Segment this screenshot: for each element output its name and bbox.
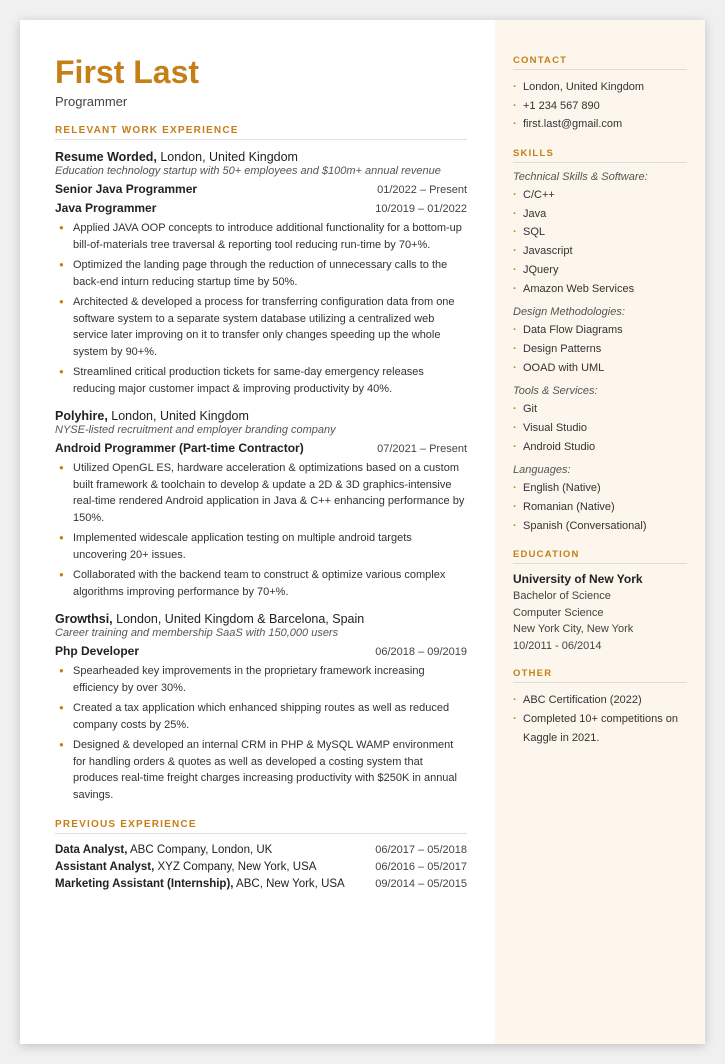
skills-tools-list: Git Visual Studio Android Studio <box>513 400 687 456</box>
employer-1-job-1-row: Senior Java Programmer 01/2022 – Present <box>55 182 467 196</box>
bullet-item: Applied JAVA OOP concepts to introduce a… <box>59 220 467 253</box>
skill-item: Romanian (Native) <box>513 498 687 517</box>
skills-tools-subtitle: Tools & Services: <box>513 385 687 397</box>
employer-3-location: London, United Kingdom & Barcelona, Spai… <box>116 612 364 626</box>
skill-item: SQL <box>513 223 687 242</box>
work-experience-section-title: Relevant Work Experience <box>55 125 467 140</box>
prev-exp-1-text: Data Analyst, ABC Company, London, UK <box>55 844 375 856</box>
other-item: Completed 10+ competitions on Kaggle in … <box>513 710 687 747</box>
bullet-item: Architected & developed a process for tr… <box>59 294 467 360</box>
prev-exp-3-dates: 09/2014 – 05/2015 <box>375 878 467 890</box>
contact-section-title: Contact <box>513 55 687 70</box>
employer-2-name: Polyhire, London, United Kingdom <box>55 409 467 423</box>
employer-1-job-2-dates: 10/2019 – 01/2022 <box>375 203 467 215</box>
prev-exp-2-dates: 06/2016 – 05/2017 <box>375 861 467 873</box>
other-item: ABC Certification (2022) <box>513 691 687 710</box>
skills-design-subtitle: Design Methodologies: <box>513 306 687 318</box>
contact-item-phone: +1 234 567 890 <box>513 97 687 116</box>
employer-1-job-2-row: Java Programmer 10/2019 – 01/2022 <box>55 201 467 215</box>
employer-1-job-1-dates: 01/2022 – Present <box>377 184 467 196</box>
bullet-item: Streamlined critical production tickets … <box>59 364 467 397</box>
bullet-item: Collaborated with the backend team to co… <box>59 567 467 600</box>
skill-item: English (Native) <box>513 479 687 498</box>
contact-list: London, United Kingdom +1 234 567 890 fi… <box>513 78 687 134</box>
resume-document: First Last Programmer Relevant Work Expe… <box>20 20 705 1044</box>
skill-item: Visual Studio <box>513 419 687 438</box>
employer-1-name: Resume Worded, London, United Kingdom <box>55 150 467 164</box>
employer-2: Polyhire, London, United Kingdom NYSE-li… <box>55 409 467 600</box>
employer-1-bullets: Applied JAVA OOP concepts to introduce a… <box>59 220 467 397</box>
skill-item: Android Studio <box>513 438 687 457</box>
skill-item: Amazon Web Services <box>513 280 687 299</box>
employer-2-bullets: Utilized OpenGL ES, hardware acceleratio… <box>59 460 467 600</box>
bullet-item: Spearheaded key improvements in the prop… <box>59 663 467 696</box>
skill-item: Git <box>513 400 687 419</box>
employer-3-name-bold: Growthsi, <box>55 612 113 626</box>
employer-1-location: London, United Kingdom <box>160 150 298 164</box>
employer-1-desc: Education technology startup with 50+ em… <box>55 165 467 177</box>
skill-item: JQuery <box>513 261 687 280</box>
skills-technical-list: C/C++ Java SQL Javascript JQuery Amazon … <box>513 186 687 298</box>
skills-section-title: Skills <box>513 148 687 163</box>
employer-2-job-1-row: Android Programmer (Part-time Contractor… <box>55 441 467 455</box>
other-section-title: Other <box>513 668 687 683</box>
bullet-item: Created a tax application which enhanced… <box>59 700 467 733</box>
employer-1-job-2-title: Java Programmer <box>55 201 156 215</box>
applicant-name: First Last <box>55 55 467 90</box>
prev-exp-3-text: Marketing Assistant (Internship), ABC, N… <box>55 878 375 890</box>
employer-2-desc: NYSE-listed recruitment and employer bra… <box>55 424 467 436</box>
skill-item: Java <box>513 205 687 224</box>
skill-item: C/C++ <box>513 186 687 205</box>
employer-2-location: London, United Kingdom <box>111 409 249 423</box>
education-section-title: Education <box>513 549 687 564</box>
skills-technical-subtitle: Technical Skills & Software: <box>513 171 687 183</box>
skill-item: OOAD with UML <box>513 359 687 378</box>
prev-exp-1: Data Analyst, ABC Company, London, UK 06… <box>55 844 467 856</box>
skill-item: Javascript <box>513 242 687 261</box>
employer-1-name-bold: Resume Worded, <box>55 150 157 164</box>
skills-languages-list: English (Native) Romanian (Native) Spani… <box>513 479 687 535</box>
employer-3: Growthsi, London, United Kingdom & Barce… <box>55 612 467 803</box>
employer-3-job-1-title: Php Developer <box>55 644 139 658</box>
contact-item-email: first.last@gmail.com <box>513 115 687 134</box>
skill-item: Spanish (Conversational) <box>513 517 687 536</box>
employer-3-name: Growthsi, London, United Kingdom & Barce… <box>55 612 467 626</box>
bullet-item: Utilized OpenGL ES, hardware acceleratio… <box>59 460 467 526</box>
employer-3-desc: Career training and membership SaaS with… <box>55 627 467 639</box>
employer-3-job-1-dates: 06/2018 – 09/2019 <box>375 646 467 658</box>
bullet-item: Implemented widescale application testin… <box>59 530 467 563</box>
left-column: First Last Programmer Relevant Work Expe… <box>20 20 495 1044</box>
skills-languages-subtitle: Languages: <box>513 464 687 476</box>
bullet-item: Designed & developed an internal CRM in … <box>59 737 467 803</box>
employer-1-job-1-title: Senior Java Programmer <box>55 182 197 196</box>
other-list: ABC Certification (2022) Completed 10+ c… <box>513 691 687 747</box>
previous-experience-section-title: Previous Experience <box>55 819 467 834</box>
skills-design-list: Data Flow Diagrams Design Patterns OOAD … <box>513 321 687 377</box>
prev-exp-2-text: Assistant Analyst, XYZ Company, New York… <box>55 861 375 873</box>
edu-degree: Bachelor of Science Computer Science New… <box>513 588 687 654</box>
right-column: Contact London, United Kingdom +1 234 56… <box>495 20 705 1044</box>
employer-3-job-1-row: Php Developer 06/2018 – 09/2019 <box>55 644 467 658</box>
skill-item: Data Flow Diagrams <box>513 321 687 340</box>
contact-item-location: London, United Kingdom <box>513 78 687 97</box>
skill-item: Design Patterns <box>513 340 687 359</box>
employer-2-job-1-title: Android Programmer (Part-time Contractor… <box>55 441 304 455</box>
employer-2-job-1-dates: 07/2021 – Present <box>377 443 467 455</box>
employer-3-bullets: Spearheaded key improvements in the prop… <box>59 663 467 803</box>
bullet-item: Optimized the landing page through the r… <box>59 257 467 290</box>
prev-exp-2: Assistant Analyst, XYZ Company, New York… <box>55 861 467 873</box>
prev-exp-1-dates: 06/2017 – 05/2018 <box>375 844 467 856</box>
employer-1: Resume Worded, London, United Kingdom Ed… <box>55 150 467 397</box>
employer-2-name-bold: Polyhire, <box>55 409 108 423</box>
prev-exp-3: Marketing Assistant (Internship), ABC, N… <box>55 878 467 890</box>
edu-institution: University of New York <box>513 572 687 586</box>
applicant-title: Programmer <box>55 94 467 109</box>
